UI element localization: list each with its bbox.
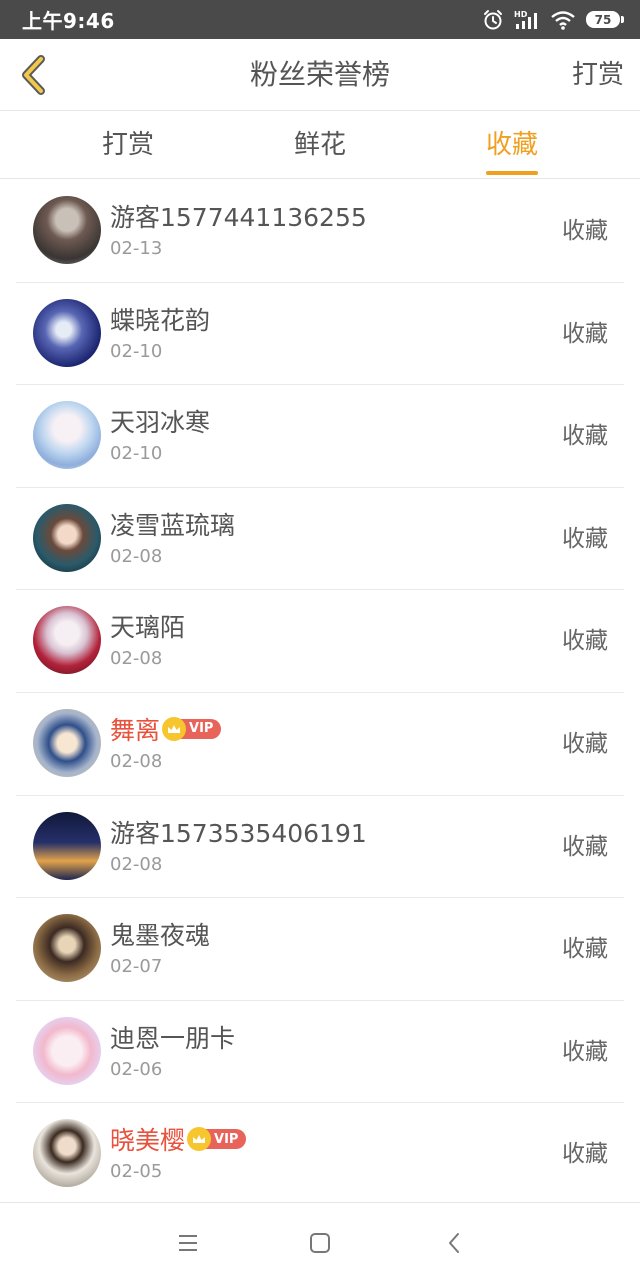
avatar <box>33 401 101 470</box>
list-item[interactable]: 鬼墨夜魂 02-07 收藏 <box>16 898 624 1001</box>
list-item[interactable]: 晓美樱 VIP 02-05 收藏 <box>16 1103 624 1206</box>
user-name: 晓美樱 VIP <box>110 1121 247 1157</box>
home-icon[interactable] <box>302 1225 338 1261</box>
avatar <box>33 606 101 675</box>
list-item[interactable]: 游客1577441136255 02-13 收藏 <box>16 180 624 283</box>
vip-label: VIP <box>214 1131 239 1147</box>
system-nav-bar <box>0 1202 640 1280</box>
back-button[interactable] <box>10 51 58 99</box>
avatar <box>33 914 101 983</box>
menu-icon[interactable] <box>170 1225 206 1261</box>
back-icon[interactable] <box>436 1225 472 1261</box>
tab-active-indicator <box>486 171 538 175</box>
vip-badge: VIP <box>162 716 222 741</box>
user-name-text: 晓美樱 <box>110 1126 186 1156</box>
user-name: 凌雪蓝琉璃 <box>110 510 236 540</box>
alarm-icon <box>484 9 502 29</box>
tab-bar: 打赏 鲜花 收藏 <box>0 111 640 179</box>
vip-badge: VIP <box>187 1127 247 1152</box>
vip-label: VIP <box>189 721 214 737</box>
user-name: 游客1577441136255 <box>110 203 367 232</box>
crown-icon <box>162 716 187 741</box>
user-name-text: 舞离 <box>110 715 161 745</box>
svg-text:HD: HD <box>514 10 528 19</box>
tab-tip[interactable]: 打赏 <box>68 111 188 179</box>
tab-collect[interactable]: 收藏 <box>452 111 572 179</box>
list-item[interactable]: 迪恩一朋卡 02-06 收藏 <box>16 1001 624 1104</box>
hd-signal-icon: HD <box>514 10 537 29</box>
avatar <box>33 298 101 367</box>
avatar <box>33 1119 101 1188</box>
tab-collect-label: 收藏 <box>485 130 538 160</box>
row-type: 收藏 <box>562 936 608 963</box>
wifi-icon <box>551 10 575 30</box>
tip-action-button[interactable]: 打赏 <box>572 39 624 111</box>
avatar <box>33 708 101 777</box>
list-item[interactable]: 舞离 VIP 02-08 收藏 <box>16 693 624 796</box>
battery-icon: 75 <box>586 11 624 28</box>
page-title: 粉丝荣誉榜 <box>249 58 390 91</box>
user-name: 鬼墨夜魂 <box>110 921 211 951</box>
row-type: 收藏 <box>562 320 608 347</box>
row-date: 02-13 <box>110 238 163 259</box>
row-type: 收藏 <box>562 218 608 244</box>
avatar <box>33 196 101 264</box>
fan-list: 游客1577441136255 02-13 收藏 蝶晓花韵 02-10 收藏 天… <box>0 180 640 1206</box>
user-name: 蝶晓花韵 <box>110 305 211 335</box>
status-time: 上午9:46 <box>22 9 115 33</box>
user-name: 迪恩一朋卡 <box>110 1023 236 1053</box>
row-type: 收藏 <box>562 525 608 552</box>
avatar <box>33 503 101 572</box>
list-item[interactable]: 天璃陌 02-08 收藏 <box>16 590 624 693</box>
row-date: 02-07 <box>110 956 163 978</box>
avatar <box>33 811 101 880</box>
user-name: 天羽冰寒 <box>110 408 211 438</box>
tab-flowers[interactable]: 鲜花 <box>260 111 380 179</box>
user-name: 游客1573535406191 <box>110 818 367 848</box>
avatar <box>33 1016 101 1085</box>
list-item[interactable]: 蝶晓花韵 02-10 收藏 <box>16 283 624 386</box>
list-item[interactable]: 游客1573535406191 02-08 收藏 <box>16 796 624 899</box>
row-date: 02-10 <box>110 443 163 465</box>
row-date: 02-08 <box>110 648 163 670</box>
row-type: 收藏 <box>562 833 608 860</box>
row-date: 02-06 <box>110 1058 163 1080</box>
row-date: 02-08 <box>110 545 163 567</box>
row-type: 收藏 <box>562 628 608 655</box>
row-date: 02-08 <box>110 750 163 772</box>
status-bar: 上午9:46 HD 75 <box>0 0 640 39</box>
row-date: 02-10 <box>110 340 163 362</box>
user-name: 舞离 VIP <box>110 711 222 747</box>
status-icons: HD 75 <box>482 9 624 31</box>
row-type: 收藏 <box>562 730 608 757</box>
header: 粉丝荣誉榜 打赏 <box>0 39 640 111</box>
list-item[interactable]: 天羽冰寒 02-10 收藏 <box>16 385 624 488</box>
chevron-left-icon <box>22 55 45 95</box>
row-date: 02-08 <box>110 853 163 875</box>
crown-icon <box>187 1127 212 1152</box>
user-name: 天璃陌 <box>110 613 186 643</box>
row-type: 收藏 <box>562 1141 608 1168</box>
row-date: 02-05 <box>110 1161 163 1183</box>
list-item[interactable]: 凌雪蓝琉璃 02-08 收藏 <box>16 488 624 591</box>
battery-level: 75 <box>586 11 620 28</box>
row-type: 收藏 <box>562 423 608 450</box>
row-type: 收藏 <box>562 1038 608 1065</box>
